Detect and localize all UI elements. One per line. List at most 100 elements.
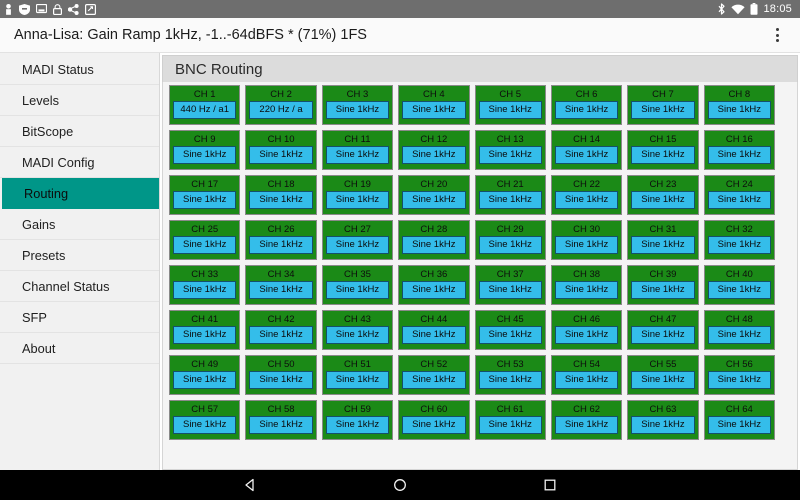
channel-source-button[interactable]: Sine 1kHz [325, 236, 390, 254]
sidebar-item-madi-status[interactable]: MADI Status [0, 54, 159, 85]
channel-source-button[interactable]: Sine 1kHz [173, 371, 237, 389]
sidebar-item-channel-status[interactable]: Channel Status [0, 271, 159, 302]
sidebar-item-madi-config[interactable]: MADI Config [0, 147, 159, 178]
routing-grid-scroll[interactable]: CH 1 440 Hz / a1 CH 2 220 Hz / a CH 3 Sine 1k… [162, 82, 798, 470]
channel-source-button[interactable]: Sine 1kHz [478, 236, 542, 254]
channel-cell[interactable]: CH 11 Sine 1kHz [321, 130, 394, 170]
channel-cell[interactable]: CH 38 Sine 1kHz [550, 265, 623, 305]
channel-cell[interactable]: CH 30 Sine 1kHz [550, 220, 623, 260]
sidebar-item-sfp[interactable]: SFP [0, 302, 159, 333]
channel-cell[interactable]: CH 58 Sine 1kHz [245, 400, 317, 440]
channel-source-button[interactable]: Sine 1kHz [325, 101, 390, 119]
channel-cell[interactable]: CH 4 Sine 1kHz [398, 85, 470, 125]
channel-source-button[interactable]: Sine 1kHz [554, 191, 619, 209]
channel-cell[interactable]: CH 46 Sine 1kHz [550, 310, 623, 350]
channel-cell[interactable]: CH 2 220 Hz / a [245, 85, 317, 125]
channel-cell[interactable]: CH 56 Sine 1kHz [703, 355, 775, 395]
channel-cell[interactable]: CH 53 Sine 1kHz [474, 355, 546, 395]
channel-source-button[interactable]: Sine 1kHz [478, 326, 542, 344]
channel-source-button[interactable]: Sine 1kHz [478, 146, 542, 164]
sidebar-item-bitscope[interactable]: BitScope [0, 116, 159, 147]
back-button[interactable] [237, 472, 263, 498]
channel-cell[interactable]: CH 17 Sine 1kHz [169, 175, 241, 215]
channel-source-button[interactable]: Sine 1kHz [554, 146, 619, 164]
channel-source-button[interactable]: Sine 1kHz [631, 101, 695, 119]
channel-cell[interactable]: CH 1 440 Hz / a1 [169, 85, 241, 125]
recents-button[interactable] [537, 472, 563, 498]
channel-cell[interactable]: CH 41 Sine 1kHz [169, 310, 241, 350]
channel-cell[interactable]: CH 49 Sine 1kHz [169, 355, 241, 395]
channel-source-button[interactable]: Sine 1kHz [402, 101, 466, 119]
channel-cell[interactable]: CH 16 Sine 1kHz [703, 130, 775, 170]
channel-cell[interactable]: CH 9 Sine 1kHz [169, 130, 241, 170]
channel-source-button[interactable]: Sine 1kHz [631, 146, 695, 164]
channel-cell[interactable]: CH 47 Sine 1kHz [627, 310, 699, 350]
channel-source-button[interactable]: Sine 1kHz [631, 371, 695, 389]
channel-cell[interactable]: CH 26 Sine 1kHz [245, 220, 317, 260]
channel-source-button[interactable]: Sine 1kHz [249, 371, 313, 389]
channel-cell[interactable]: CH 64 Sine 1kHz [703, 400, 775, 440]
channel-cell[interactable]: CH 43 Sine 1kHz [321, 310, 394, 350]
channel-source-button[interactable]: Sine 1kHz [173, 236, 237, 254]
channel-source-button[interactable]: Sine 1kHz [478, 281, 542, 299]
channel-source-button[interactable]: Sine 1kHz [249, 326, 313, 344]
channel-source-button[interactable]: Sine 1kHz [631, 281, 695, 299]
channel-source-button[interactable]: Sine 1kHz [249, 191, 313, 209]
sidebar-item-about[interactable]: About [0, 333, 159, 364]
channel-cell[interactable]: CH 12 Sine 1kHz [398, 130, 470, 170]
channel-cell[interactable]: CH 20 Sine 1kHz [398, 175, 470, 215]
channel-cell[interactable]: CH 10 Sine 1kHz [245, 130, 317, 170]
channel-cell[interactable]: CH 62 Sine 1kHz [550, 400, 623, 440]
channel-source-button[interactable]: Sine 1kHz [402, 146, 466, 164]
channel-cell[interactable]: CH 51 Sine 1kHz [321, 355, 394, 395]
channel-source-button[interactable]: Sine 1kHz [707, 326, 771, 344]
overflow-menu-icon[interactable] [764, 20, 790, 50]
channel-cell[interactable]: CH 27 Sine 1kHz [321, 220, 394, 260]
channel-cell[interactable]: CH 8 Sine 1kHz [703, 85, 775, 125]
channel-source-button[interactable]: Sine 1kHz [402, 371, 466, 389]
sidebar-item-presets[interactable]: Presets [0, 240, 159, 271]
channel-cell[interactable]: CH 35 Sine 1kHz [321, 265, 394, 305]
channel-cell[interactable]: CH 45 Sine 1kHz [474, 310, 546, 350]
channel-source-button[interactable]: Sine 1kHz [325, 371, 390, 389]
channel-source-button[interactable]: Sine 1kHz [478, 371, 542, 389]
sidebar-item-gains[interactable]: Gains [0, 209, 159, 240]
channel-source-button[interactable]: Sine 1kHz [325, 281, 390, 299]
channel-source-button[interactable]: 220 Hz / a [249, 101, 313, 119]
channel-source-button[interactable]: Sine 1kHz [249, 236, 313, 254]
channel-source-button[interactable]: Sine 1kHz [707, 101, 771, 119]
channel-cell[interactable]: CH 19 Sine 1kHz [321, 175, 394, 215]
channel-cell[interactable]: CH 39 Sine 1kHz [627, 265, 699, 305]
channel-cell[interactable]: CH 15 Sine 1kHz [627, 130, 699, 170]
channel-source-button[interactable]: Sine 1kHz [173, 281, 237, 299]
channel-cell[interactable]: CH 28 Sine 1kHz [398, 220, 470, 260]
channel-cell[interactable]: CH 42 Sine 1kHz [245, 310, 317, 350]
channel-source-button[interactable]: Sine 1kHz [325, 326, 390, 344]
channel-cell[interactable]: CH 18 Sine 1kHz [245, 175, 317, 215]
channel-cell[interactable]: CH 63 Sine 1kHz [627, 400, 699, 440]
channel-source-button[interactable]: Sine 1kHz [325, 416, 390, 434]
channel-source-button[interactable]: Sine 1kHz [478, 416, 542, 434]
channel-source-button[interactable]: Sine 1kHz [631, 326, 695, 344]
channel-cell[interactable]: CH 57 Sine 1kHz [169, 400, 241, 440]
channel-source-button[interactable]: Sine 1kHz [249, 281, 313, 299]
channel-cell[interactable]: CH 21 Sine 1kHz [474, 175, 546, 215]
channel-source-button[interactable]: Sine 1kHz [402, 191, 466, 209]
channel-cell[interactable]: CH 33 Sine 1kHz [169, 265, 241, 305]
channel-source-button[interactable]: Sine 1kHz [631, 191, 695, 209]
channel-source-button[interactable]: Sine 1kHz [707, 146, 771, 164]
channel-source-button[interactable]: Sine 1kHz [707, 416, 771, 434]
channel-source-button[interactable]: Sine 1kHz [478, 191, 542, 209]
channel-source-button[interactable]: Sine 1kHz [402, 416, 466, 434]
channel-source-button[interactable]: Sine 1kHz [249, 146, 313, 164]
channel-cell[interactable]: CH 36 Sine 1kHz [398, 265, 470, 305]
channel-cell[interactable]: CH 61 Sine 1kHz [474, 400, 546, 440]
channel-cell[interactable]: CH 54 Sine 1kHz [550, 355, 623, 395]
channel-source-button[interactable]: Sine 1kHz [554, 371, 619, 389]
channel-source-button[interactable]: Sine 1kHz [478, 101, 542, 119]
channel-cell[interactable]: CH 60 Sine 1kHz [398, 400, 470, 440]
channel-cell[interactable]: CH 23 Sine 1kHz [627, 175, 699, 215]
home-button[interactable] [387, 472, 413, 498]
channel-cell[interactable]: CH 14 Sine 1kHz [550, 130, 623, 170]
channel-source-button[interactable]: Sine 1kHz [402, 326, 466, 344]
